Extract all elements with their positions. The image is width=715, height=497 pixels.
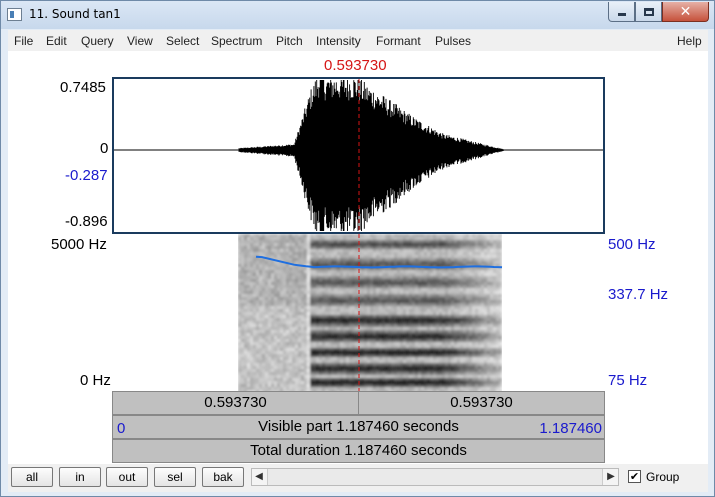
pitch-bottom-label: 75 Hz xyxy=(608,372,648,389)
pitch-value-label: 337.7 Hz xyxy=(608,286,669,303)
group-checkbox[interactable]: ✔ xyxy=(628,470,641,483)
left-segment-duration[interactable]: 0.593730 xyxy=(113,392,359,414)
selection-time-bar[interactable]: 0.593730 0.593730 xyxy=(112,391,605,415)
waveform-panel[interactable] xyxy=(112,77,605,234)
window-title: 11. Sound tan1 xyxy=(29,7,121,21)
menu-view[interactable]: View xyxy=(127,34,153,48)
spectrogram-panel[interactable] xyxy=(112,234,605,391)
menu-help[interactable]: Help xyxy=(677,34,702,48)
visible-part-bar[interactable]: 0 Visible part 1.187460 seconds 1.187460 xyxy=(112,415,605,439)
maximize-icon xyxy=(643,7,654,16)
menu-bar: File Edit Query View Select Spectrum Pit… xyxy=(8,30,708,51)
spectrogram-cells xyxy=(238,234,502,391)
menu-intensity[interactable]: Intensity xyxy=(316,34,361,48)
menu-spectrum[interactable]: Spectrum xyxy=(211,34,262,48)
sound-editor-window: 11. Sound tan1 ✕ File Edit Query View Se… xyxy=(0,0,715,497)
group-label: Group xyxy=(646,470,680,484)
menu-edit[interactable]: Edit xyxy=(46,34,67,48)
wave-min-label: -0.896 xyxy=(65,213,108,230)
minimize-icon xyxy=(617,13,626,16)
title-bar[interactable]: 11. Sound tan1 ✕ xyxy=(1,1,714,29)
minimize-button[interactable] xyxy=(608,2,635,22)
menu-pulses[interactable]: Pulses xyxy=(435,34,471,48)
zoom-out-button[interactable]: out xyxy=(106,467,148,487)
spec-freq-bottom-label: 0 Hz xyxy=(80,372,111,389)
zoom-all-button[interactable]: all xyxy=(11,467,53,487)
maximize-button[interactable] xyxy=(635,2,662,22)
cursor-time-label: 0.593730 xyxy=(324,57,387,74)
total-duration-bar[interactable]: Total duration 1.187460 seconds xyxy=(112,439,605,463)
bottom-toolbar: all in out sel bak ◀ ▶ ✔ Group xyxy=(8,464,708,492)
menu-select[interactable]: Select xyxy=(166,34,199,48)
menu-pitch[interactable]: Pitch xyxy=(276,34,303,48)
menu-file[interactable]: File xyxy=(14,34,33,48)
app-icon xyxy=(7,8,22,21)
zoom-in-button[interactable]: in xyxy=(59,467,101,487)
wave-zero-label: 0 xyxy=(100,140,109,157)
visible-part-label: Visible part 1.187460 seconds xyxy=(258,418,459,435)
right-segment-duration[interactable]: 0.593730 xyxy=(359,392,604,414)
total-duration-label: Total duration 1.187460 seconds xyxy=(250,442,467,459)
close-icon: ✕ xyxy=(679,3,692,20)
close-button[interactable]: ✕ xyxy=(662,2,709,22)
horizontal-scrollbar[interactable]: ◀ ▶ xyxy=(251,468,619,486)
menu-formant[interactable]: Formant xyxy=(376,34,421,48)
waveform-trace xyxy=(238,80,505,231)
spec-freq-top-label: 5000 Hz xyxy=(51,236,107,253)
wave-max-label: 0.7485 xyxy=(60,79,106,96)
visible-end-time: 1.187460 xyxy=(539,420,602,437)
zoom-back-button[interactable]: bak xyxy=(202,467,244,487)
waveform-plot xyxy=(114,79,603,232)
spectrogram-plot xyxy=(238,234,503,391)
scroll-left-icon[interactable]: ◀ xyxy=(252,469,266,485)
scroll-right-icon[interactable]: ▶ xyxy=(604,469,618,485)
scroll-thumb[interactable] xyxy=(267,469,603,485)
zoom-selection-button[interactable]: sel xyxy=(154,467,196,487)
editor-canvas[interactable]: 0.593730 0.7485 0 -0.287 -0.896 5000 Hz … xyxy=(8,51,708,464)
menu-query[interactable]: Query xyxy=(81,34,114,48)
wave-cursor-value-label: -0.287 xyxy=(65,167,108,184)
pitch-top-label: 500 Hz xyxy=(608,236,656,253)
visible-start-time: 0 xyxy=(117,420,126,437)
